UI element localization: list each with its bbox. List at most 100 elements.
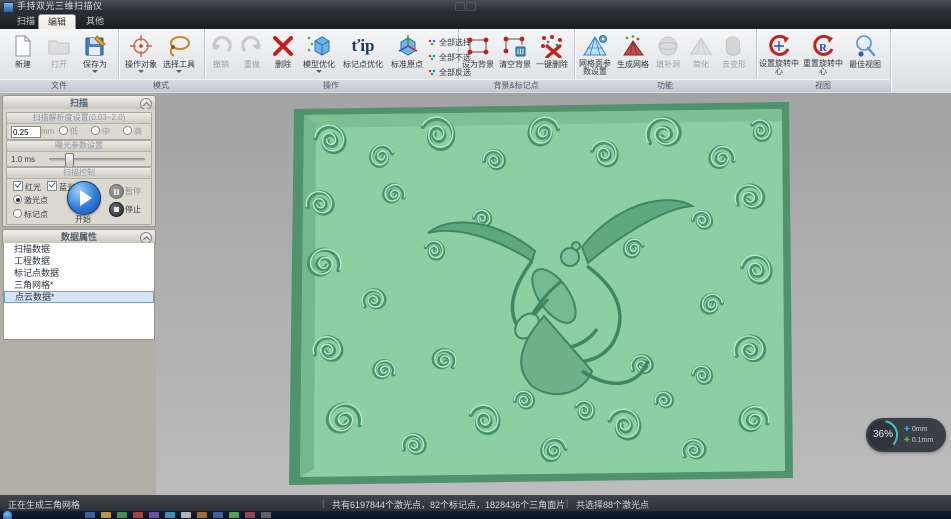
taskbar-icon[interactable]	[197, 512, 207, 518]
exposure-slider-thumb[interactable]	[65, 153, 74, 168]
save-as-dropdown-caret[interactable]	[92, 70, 98, 76]
start-scan-button[interactable]	[67, 181, 101, 215]
select-none-icon	[428, 54, 437, 61]
status-separator: |	[566, 498, 568, 508]
status-separator: |	[322, 498, 324, 508]
delete-button[interactable]: 删除	[268, 32, 298, 78]
set-rotation-center-button[interactable]: 设置旋转中心	[758, 32, 800, 78]
clear-background-button[interactable]: 清空背景	[497, 32, 533, 78]
clear-frame-icon	[497, 32, 533, 60]
one-key-delete-button[interactable]: 一键删除	[534, 32, 570, 78]
maximize-button[interactable]	[466, 2, 476, 11]
radio-icon	[13, 195, 22, 204]
standard-origin-button[interactable]: 标准原点	[388, 32, 426, 78]
open-folder-icon	[42, 32, 76, 60]
scan-panel-body: 扫描解析度设置(0.03~2.0) mm 低 中 高 曝光参数设置 1.0 ms…	[2, 109, 156, 227]
select-invert-icon	[428, 69, 437, 76]
laser-point-radio[interactable]: 激光点	[13, 195, 48, 206]
save-as-button[interactable]: 保存为	[78, 32, 112, 78]
sphere-icon	[652, 32, 684, 60]
status-counts: 共有6197844个激光点，82个标记点，1828436个三角面片	[332, 498, 565, 511]
generate-mesh-icon	[615, 32, 651, 60]
undo-icon	[206, 32, 236, 60]
start-button[interactable]	[3, 511, 12, 519]
scan-control-box: 扫描控制 红光 蓝光 激光点 标记点 开始 暂停 停止	[6, 167, 152, 225]
group-label-background: 背景&标记点	[458, 79, 574, 92]
delete-x-icon	[268, 32, 298, 60]
redo-button[interactable]: 重做	[237, 32, 267, 78]
taskbar-icon[interactable]	[229, 512, 239, 518]
tip-logo-icon: ťip	[340, 32, 386, 60]
zoom-badge[interactable]: 36% ✚ 0mm ✚ 0.1mm	[866, 418, 946, 452]
stop-button[interactable]	[109, 202, 124, 217]
list-item[interactable]: 扫描数据	[4, 243, 154, 255]
taskbar-icon[interactable]	[101, 512, 111, 518]
taskbar-icon[interactable]	[149, 512, 159, 518]
select-tool-dropdown-caret[interactable]	[176, 70, 182, 76]
taskbar-icon[interactable]	[85, 512, 95, 518]
marker-optimize-button[interactable]: ťip 标记点优化	[340, 32, 386, 78]
tab-other[interactable]: 其他	[77, 14, 113, 28]
taskbar-icon[interactable]	[117, 512, 127, 518]
group-mode: 操作对象 选择工具 模式	[118, 29, 205, 92]
crosshair-icon: ✚	[904, 437, 912, 444]
group-label-view: 视图	[756, 79, 890, 92]
select-tool-button[interactable]: 选择工具	[162, 32, 196, 78]
operate-object-dropdown-caret[interactable]	[138, 70, 144, 76]
taskbar-icon[interactable]	[133, 512, 143, 518]
taskbar-icon[interactable]	[245, 512, 255, 518]
simplify-button[interactable]: 简化	[685, 32, 717, 78]
group-file: 新建 打开 保存为 文件	[0, 29, 119, 92]
status-selection: 共选择88个激光点	[576, 498, 649, 511]
taskbar-icon[interactable]	[213, 512, 223, 518]
triangle-icon	[685, 32, 717, 60]
red-light-checkbox[interactable]: 红光	[13, 181, 41, 193]
windows-taskbar[interactable]	[0, 511, 951, 519]
zoom-arc-icon	[867, 419, 899, 451]
lasso-icon	[162, 32, 196, 60]
resolution-low-radio[interactable]: 低	[59, 126, 78, 137]
best-view-button[interactable]: 最佳视图	[846, 32, 884, 78]
resolution-unit: mm	[41, 127, 54, 136]
new-button[interactable]: 新建	[6, 32, 40, 78]
set-background-button[interactable]: 设为背景	[460, 32, 496, 78]
resolution-input[interactable]	[11, 126, 41, 138]
radio-icon	[123, 126, 132, 135]
crosshair-icon: ✚	[904, 426, 912, 433]
start-label: 开始	[75, 214, 91, 225]
status-message: 正在生成三角网格	[8, 498, 80, 511]
list-item[interactable]: 三角网格*	[4, 279, 154, 291]
marker-point-radio[interactable]: 标记点	[13, 209, 48, 220]
resolution-high-radio[interactable]: 高	[123, 126, 142, 137]
model-optimize-button[interactable]: 模型优化	[300, 32, 338, 78]
svg-text:R: R	[819, 42, 828, 54]
target-icon	[124, 32, 158, 60]
tab-edit[interactable]: 编辑	[38, 14, 76, 29]
taskbar-icon[interactable]	[181, 512, 191, 518]
taskbar-icon[interactable]	[165, 512, 175, 518]
exposure-slider-track[interactable]	[49, 158, 145, 161]
marker-frame-icon	[460, 32, 496, 60]
new-file-icon	[6, 32, 40, 60]
open-button[interactable]: 打开	[42, 32, 76, 78]
mesh-params-button[interactable]: 网格面参数设置	[576, 32, 614, 78]
list-item[interactable]: 点云数据*	[4, 291, 154, 303]
taskbar-icon[interactable]	[261, 512, 271, 518]
minimize-button[interactable]	[455, 2, 465, 11]
fill-hole-button[interactable]: 填补洞	[652, 32, 684, 78]
group-label-operation: 操作	[204, 79, 458, 92]
reset-rotation-center-button[interactable]: R 重置旋转中心	[802, 32, 844, 78]
exposure-box: 曝光参数设置 1.0 ms	[6, 140, 152, 167]
model-optimize-dropdown-caret[interactable]	[316, 70, 322, 76]
resolution-mid-radio[interactable]: 中	[91, 126, 110, 137]
operate-object-button[interactable]: 操作对象	[124, 32, 158, 78]
pause-button[interactable]	[109, 184, 124, 199]
undo-button[interactable]: 撤销	[206, 32, 236, 78]
generate-mesh-button[interactable]: 生成网格	[615, 32, 651, 78]
list-item[interactable]: 标记点数据	[4, 267, 154, 279]
relief-model[interactable]	[282, 99, 802, 493]
zoom-row-1: ✚ 0mm	[904, 425, 927, 433]
list-item[interactable]: 工程数据	[4, 255, 154, 267]
status-bar: 正在生成三角网格 | 共有6197844个激光点，82个标记点，1828436个…	[0, 495, 951, 511]
deform-button[interactable]: 去变形	[718, 32, 750, 78]
